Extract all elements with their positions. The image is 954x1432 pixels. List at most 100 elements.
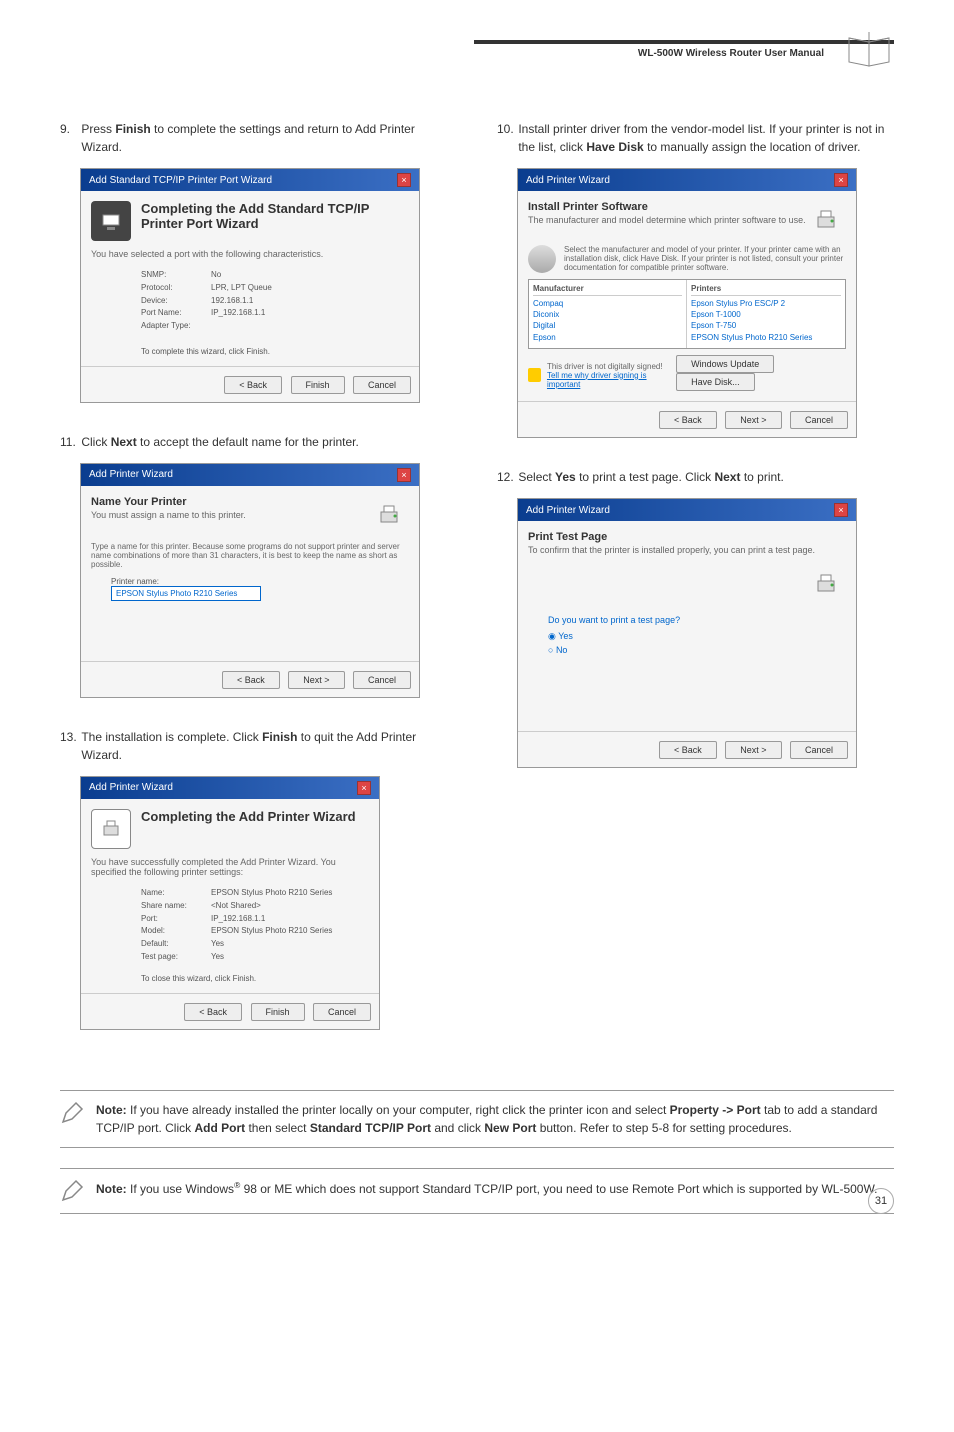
note-2: Note: If you use Windows® 98 or ME which… bbox=[60, 1168, 894, 1214]
screenshot-step9: Add Standard TCP/IP Printer Port Wizard … bbox=[80, 168, 420, 403]
next-button[interactable]: Next > bbox=[725, 411, 781, 429]
list-item[interactable]: EPSON Stylus Photo R210 Series bbox=[691, 332, 841, 343]
dialog-subheading: The manufacturer and model determine whi… bbox=[528, 215, 806, 225]
step-number: 9. bbox=[60, 120, 78, 138]
pencil-icon bbox=[60, 1179, 84, 1203]
list-item[interactable]: Epson T-1000 bbox=[691, 309, 841, 320]
finish-button[interactable]: Finish bbox=[251, 1003, 305, 1021]
dialog-title: Add Printer Wizard bbox=[526, 175, 610, 186]
dialog-heading: Name Your Printer bbox=[91, 496, 246, 508]
windows-update-button[interactable]: Windows Update bbox=[676, 355, 774, 373]
step-number: 13. bbox=[60, 728, 78, 746]
input-label: Printer name: bbox=[111, 577, 409, 586]
list-item[interactable]: Digital bbox=[533, 320, 682, 331]
list-item[interactable]: Compaq bbox=[533, 298, 682, 309]
header-divider bbox=[474, 40, 894, 44]
cancel-button[interactable]: Cancel bbox=[790, 411, 848, 429]
left-column: 9. Press Finish to complete the settings… bbox=[60, 120, 457, 1060]
dialog-subheading: You must assign a name to this printer. bbox=[91, 510, 246, 520]
list-item[interactable]: Epson bbox=[533, 332, 682, 343]
next-button[interactable]: Next > bbox=[288, 671, 344, 689]
finish-button[interactable]: Finish bbox=[291, 376, 345, 394]
driver-list[interactable]: Manufacturer Compaq Diconix Digital Epso… bbox=[528, 279, 846, 349]
next-button[interactable]: Next > bbox=[725, 741, 781, 759]
cancel-button[interactable]: Cancel bbox=[353, 376, 411, 394]
step-text: Click Next to accept the default name fo… bbox=[81, 433, 456, 451]
mfr-header: Manufacturer bbox=[533, 284, 682, 296]
printer-name-input[interactable]: EPSON Stylus Photo R210 Series bbox=[111, 586, 261, 601]
dialog-titlebar: Add Printer Wizard × bbox=[518, 169, 856, 191]
step-text: The installation is complete. Click Fini… bbox=[81, 728, 456, 764]
list-item[interactable]: Epson Stylus Pro ESC/P 2 bbox=[691, 298, 841, 309]
printer-wizard-icon bbox=[91, 809, 131, 849]
back-button[interactable]: < Back bbox=[659, 741, 717, 759]
dialog-heading: Completing the Add Printer Wizard bbox=[91, 809, 369, 824]
close-icon[interactable]: × bbox=[834, 173, 848, 187]
note-1: Note: If you have already installed the … bbox=[60, 1090, 894, 1148]
signing-warning: This driver is not digitally signed! Tel… bbox=[528, 362, 672, 389]
instruction-text: Type a name for this printer. Because so… bbox=[91, 542, 409, 569]
dialog-titlebar: Add Printer Wizard × bbox=[81, 464, 419, 486]
step-9: 9. Press Finish to complete the settings… bbox=[60, 120, 457, 156]
close-icon[interactable]: × bbox=[357, 781, 371, 795]
right-column: 10. Install printer driver from the vend… bbox=[497, 120, 894, 1060]
printer-icon bbox=[369, 496, 409, 536]
dialog-subheading: You have successfully completed the Add … bbox=[91, 857, 369, 877]
port-wizard-icon bbox=[91, 201, 131, 241]
step-13: 13. The installation is complete. Click … bbox=[60, 728, 457, 764]
page-number: 31 bbox=[868, 1188, 894, 1214]
cancel-button[interactable]: Cancel bbox=[353, 671, 411, 689]
wizard-footer-text: To complete this wizard, click Finish. bbox=[141, 347, 409, 356]
dialog-heading: Completing the Add Standard TCP/IP Print… bbox=[91, 201, 409, 231]
radio-yes[interactable]: ◉ Yes bbox=[548, 631, 846, 642]
step-text: Install printer driver from the vendor-m… bbox=[518, 120, 893, 156]
dialog-titlebar: Add Printer Wizard × bbox=[81, 777, 379, 799]
close-icon[interactable]: × bbox=[397, 468, 411, 482]
printer-icon bbox=[806, 565, 846, 605]
radio-no[interactable]: ○ No bbox=[548, 645, 846, 655]
list-item[interactable]: Diconix bbox=[533, 309, 682, 320]
note-text: Note: If you have already installed the … bbox=[96, 1101, 894, 1137]
list-item[interactable]: Epson T-750 bbox=[691, 320, 841, 331]
back-button[interactable]: < Back bbox=[659, 411, 717, 429]
disk-icon bbox=[528, 245, 556, 273]
step-10: 10. Install printer driver from the vend… bbox=[497, 120, 894, 156]
have-disk-button[interactable]: Have Disk... bbox=[676, 373, 755, 391]
port-details-table: SNMP:No Protocol:LPR, LPT Queue Device:1… bbox=[141, 269, 409, 333]
book-icon bbox=[844, 30, 894, 70]
settings-table: Name:EPSON Stylus Photo R210 Series Shar… bbox=[141, 887, 369, 964]
instruction-text: Select the manufacturer and model of you… bbox=[528, 245, 846, 272]
screenshot-step12: Add Printer Wizard × Print Test Page To … bbox=[517, 498, 857, 768]
back-button[interactable]: < Back bbox=[222, 671, 280, 689]
manual-title: WL-500W Wireless Router User Manual bbox=[638, 48, 824, 59]
dialog-title: Add Printer Wizard bbox=[89, 469, 173, 480]
step-number: 12. bbox=[497, 468, 515, 486]
dialog-subheading: You have selected a port with the follow… bbox=[91, 249, 409, 259]
dialog-titlebar: Add Standard TCP/IP Printer Port Wizard … bbox=[81, 169, 419, 191]
close-icon[interactable]: × bbox=[834, 503, 848, 517]
close-icon[interactable]: × bbox=[397, 173, 411, 187]
back-button[interactable]: < Back bbox=[224, 376, 282, 394]
screenshot-step13: Add Printer Wizard × Completing the Add … bbox=[80, 776, 380, 1030]
dialog-title: Add Printer Wizard bbox=[89, 782, 173, 793]
dialog-title: Add Printer Wizard bbox=[526, 505, 610, 516]
cancel-button[interactable]: Cancel bbox=[313, 1003, 371, 1021]
signing-link[interactable]: Tell me why driver signing is important bbox=[547, 371, 647, 389]
cancel-button[interactable]: Cancel bbox=[790, 741, 848, 759]
printers-header: Printers bbox=[691, 284, 841, 296]
dialog-title: Add Standard TCP/IP Printer Port Wizard bbox=[89, 175, 272, 186]
dialog-titlebar: Add Printer Wizard × bbox=[518, 499, 856, 521]
screenshot-step10: Add Printer Wizard × Install Printer Sof… bbox=[517, 168, 857, 438]
step-number: 10. bbox=[497, 120, 515, 138]
warning-icon bbox=[528, 368, 541, 382]
step-11: 11. Click Next to accept the default nam… bbox=[60, 433, 457, 451]
wizard-footer-text: To close this wizard, click Finish. bbox=[141, 974, 369, 983]
screenshot-step11: Add Printer Wizard × Name Your Printer Y… bbox=[80, 463, 420, 698]
step-number: 11. bbox=[60, 433, 78, 451]
step-12: 12. Select Yes to print a test page. Cli… bbox=[497, 468, 894, 486]
question-text: Do you want to print a test page? bbox=[548, 615, 846, 625]
step-text: Select Yes to print a test page. Click N… bbox=[518, 468, 893, 486]
pencil-icon bbox=[60, 1101, 84, 1125]
back-button[interactable]: < Back bbox=[184, 1003, 242, 1021]
step-text: Press Finish to complete the settings an… bbox=[81, 120, 456, 156]
